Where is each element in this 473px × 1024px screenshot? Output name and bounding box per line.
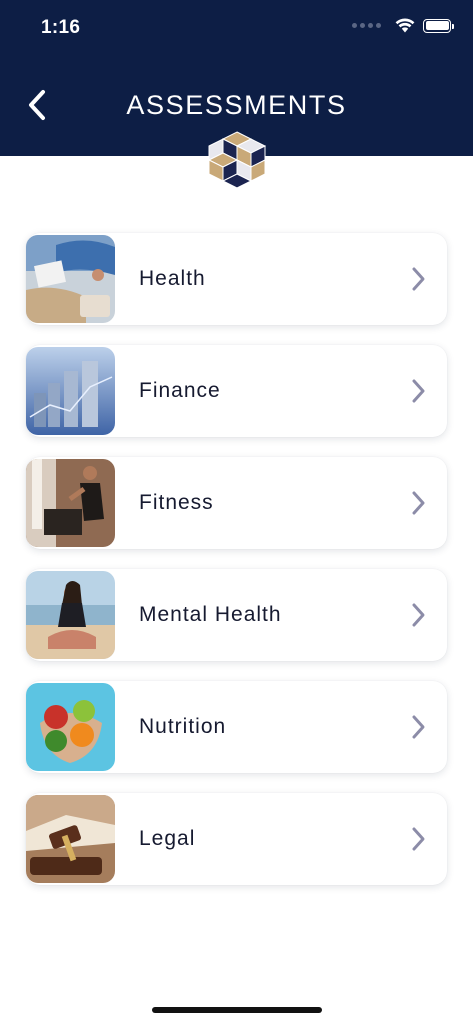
health-image xyxy=(26,235,115,323)
nutrition-image xyxy=(26,683,115,771)
home-indicator[interactable] xyxy=(152,1007,322,1013)
page-title: ASSESSMENTS xyxy=(126,90,347,120)
status-icons xyxy=(352,18,454,33)
list-item-nutrition[interactable]: Nutrition xyxy=(26,681,447,773)
battery-icon xyxy=(423,18,454,33)
status-time: 1:16 xyxy=(41,17,81,38)
list-item-label: Mental Health xyxy=(139,603,282,626)
list-item-label: Finance xyxy=(139,379,221,402)
chevron-right-icon xyxy=(412,603,425,627)
chevron-right-icon xyxy=(412,267,425,291)
chevron-right-icon xyxy=(412,715,425,739)
list-item-label: Nutrition xyxy=(139,715,227,738)
fitness-image xyxy=(26,459,115,547)
logo-cube-icon xyxy=(207,131,267,189)
screen: 1:16 ASSESSMENTS Health Finance Fitness … xyxy=(0,0,473,1024)
list-item-label: Legal xyxy=(139,827,196,850)
list-item-label: Health xyxy=(139,267,206,290)
list-item-finance[interactable]: Finance xyxy=(26,345,447,437)
list-item-label: Fitness xyxy=(139,491,214,514)
list-item-mental-health[interactable]: Mental Health xyxy=(26,569,447,661)
chevron-right-icon xyxy=(412,827,425,851)
list-item-legal[interactable]: Legal xyxy=(26,793,447,885)
legal-image xyxy=(26,795,115,883)
finance-image xyxy=(26,347,115,435)
mental-health-image xyxy=(26,571,115,659)
wifi-icon xyxy=(395,18,415,33)
chevron-right-icon xyxy=(412,379,425,403)
signal-icon xyxy=(352,23,381,28)
chevron-right-icon xyxy=(412,491,425,515)
list-item-health[interactable]: Health xyxy=(26,233,447,325)
list-item-fitness[interactable]: Fitness xyxy=(26,457,447,549)
